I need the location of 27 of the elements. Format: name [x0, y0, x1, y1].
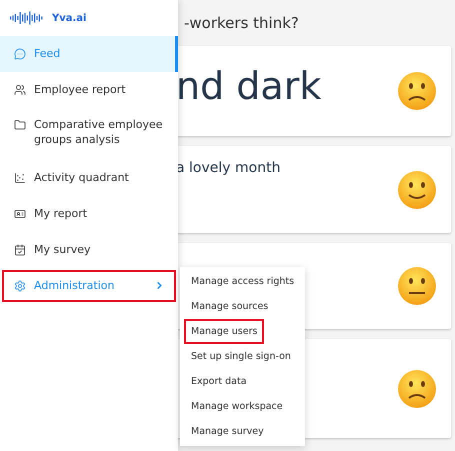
smiling-face-icon	[397, 170, 437, 210]
chart-icon	[14, 172, 26, 184]
menu-item[interactable]: Manage users	[184, 319, 264, 344]
menu-item[interactable]: Manage workspace	[184, 394, 290, 419]
settings-icon	[14, 280, 26, 292]
menu-item[interactable]: Manage sources	[184, 294, 276, 319]
sidebar-item[interactable]: Employee report	[0, 72, 178, 108]
chat-icon	[14, 48, 26, 60]
logo-icon	[10, 10, 44, 26]
menu-item[interactable]: Manage survey	[184, 419, 271, 444]
sad-face-icon	[397, 368, 437, 408]
sidebar-item[interactable]: My survey	[0, 232, 178, 268]
card-text: nd dark	[176, 64, 322, 108]
sad-face-icon	[397, 71, 437, 111]
neutral-face-icon	[397, 266, 437, 306]
sidebar-item[interactable]: Activity quadrant	[0, 160, 178, 196]
sidebar-item[interactable]: Comparative employee groups analysis	[0, 108, 178, 160]
people-icon	[14, 84, 26, 96]
menu-item[interactable]: Manage access rights	[184, 269, 302, 294]
calendar-check-icon	[14, 244, 26, 256]
menu-item[interactable]: Set up single sign-on	[184, 344, 298, 369]
sidebar-item[interactable]: My report	[0, 196, 178, 232]
folder-icon	[14, 119, 26, 131]
page-heading: -workers think?	[184, 14, 300, 34]
menu-item[interactable]: Export data	[184, 369, 254, 394]
brand-name: Yva.ai	[52, 12, 86, 24]
id-card-icon	[14, 208, 26, 220]
